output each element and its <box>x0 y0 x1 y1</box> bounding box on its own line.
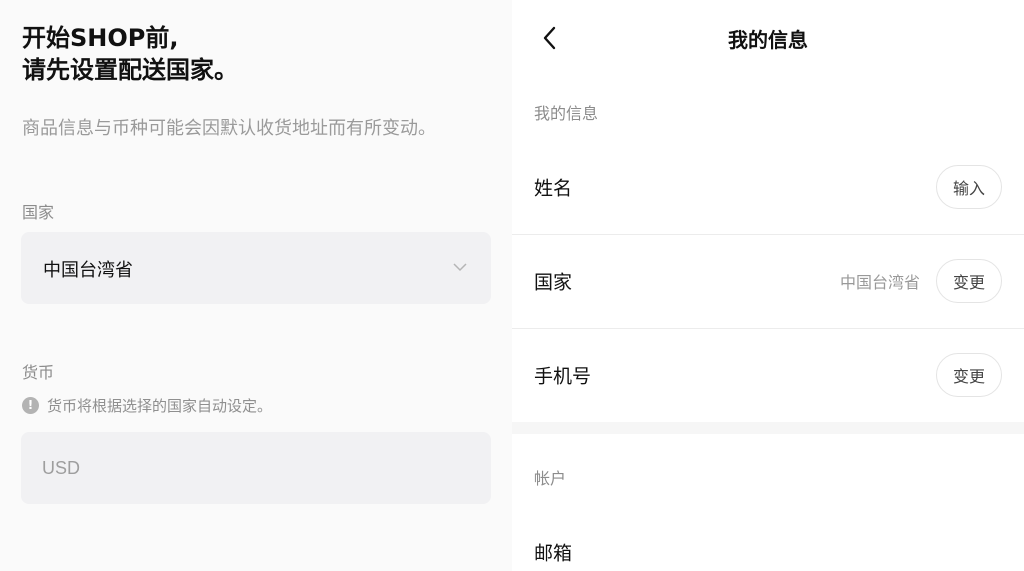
row-country-value: 中国台湾省 <box>839 273 920 292</box>
shipping-setup-panel: 开始SHOP前, 请先设置配送国家。 商品信息与币种可能会因默认收货地址而有所变… <box>0 0 512 571</box>
my-info-panel: 我的信息 我的信息 姓名 输入 国家 中国台湾省 变更 手机号 变更 帐户 邮箱 <box>512 0 1024 571</box>
row-country-label: 国家 <box>534 271 573 294</box>
phone-change-button[interactable]: 变更 <box>936 353 1002 397</box>
section-gap <box>512 422 1024 434</box>
row-email-label: 邮箱 <box>534 542 573 565</box>
row-email[interactable]: 邮箱 <box>512 505 1024 571</box>
row-phone: 手机号 变更 <box>512 328 1024 422</box>
row-name-label: 姓名 <box>534 177 573 200</box>
currency-label: 货币 <box>22 363 55 382</box>
row-phone-label: 手机号 <box>534 365 592 388</box>
header-title: 我的信息 <box>728 28 808 52</box>
name-input-button[interactable]: 输入 <box>936 165 1002 209</box>
currency-notice: ! 货币将根据选择的国家自动设定。 <box>22 395 272 415</box>
currency-field: USD <box>21 432 491 504</box>
country-label: 国家 <box>22 203 55 222</box>
section-my-info-label: 我的信息 <box>534 104 599 123</box>
country-select-value: 中国台湾省 <box>43 260 133 281</box>
currency-notice-text: 货币将根据选择的国家自动设定。 <box>47 396 273 415</box>
country-change-button[interactable]: 变更 <box>936 259 1002 303</box>
section-account-label: 帐户 <box>534 469 567 488</box>
subtitle: 商品信息与币种可能会因默认收货地址而有所变动。 <box>22 118 436 139</box>
title-line-2: 请先设置配送国家。 <box>22 56 238 84</box>
row-country: 国家 中国台湾省 变更 <box>512 234 1024 328</box>
row-name: 姓名 输入 <box>512 140 1024 234</box>
info-icon: ! <box>22 396 39 414</box>
page-title: 开始SHOP前, 请先设置配送国家。 <box>22 22 238 86</box>
title-line-1: 开始SHOP前, <box>22 24 179 52</box>
currency-field-value: USD <box>42 458 81 478</box>
country-select[interactable]: 中国台湾省 <box>21 232 491 304</box>
chevron-down-icon <box>453 263 467 272</box>
